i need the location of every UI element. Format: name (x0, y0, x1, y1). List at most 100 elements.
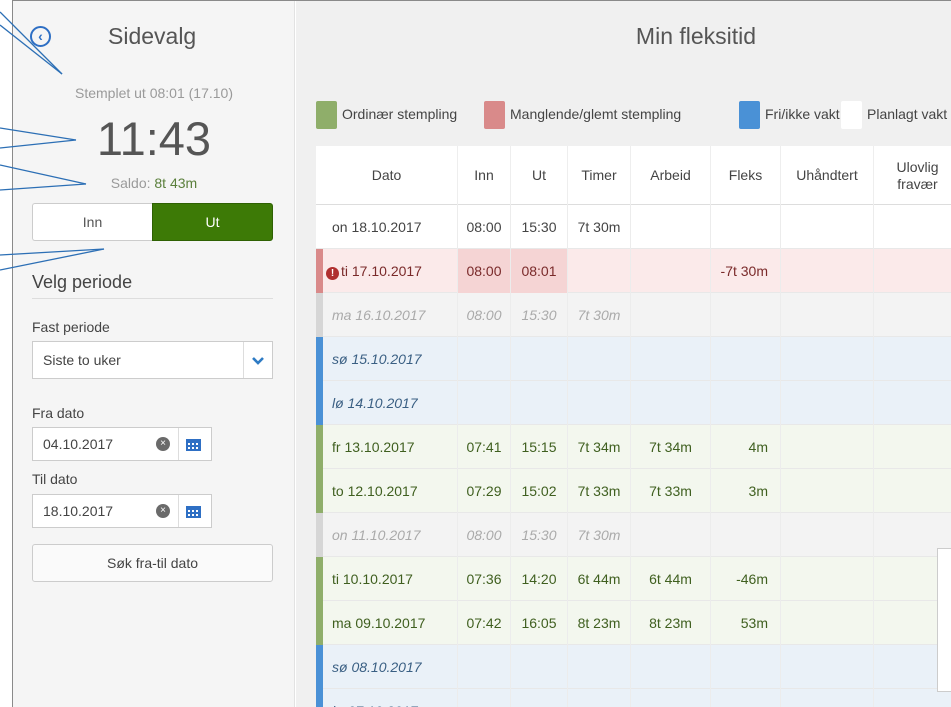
cell-timer: 7t 34m (568, 425, 631, 469)
scrollbar[interactable] (937, 548, 951, 692)
cell-text: 07:42 (466, 615, 502, 631)
stamp-in-button[interactable]: Inn (32, 203, 152, 241)
cell-text: 6t 44m (577, 571, 621, 587)
back-arrow-icon[interactable]: ‹ (30, 26, 51, 47)
clear-icon[interactable]: × (156, 437, 170, 451)
cell-uhandtert (781, 249, 874, 293)
to-date-field[interactable]: 18.10.2017 × (32, 494, 212, 528)
cell-text: 6t 44m (649, 571, 692, 587)
cell-text: sø 15.10.2017 (332, 351, 422, 367)
cell-text: to 12.10.2017 (332, 483, 418, 499)
cell-text: 16:05 (521, 615, 557, 631)
cell-ut: 15:02 (511, 469, 568, 513)
table-row[interactable]: lø 07.10.2017 (316, 689, 951, 707)
fixed-period-select[interactable]: Siste to uker (32, 341, 273, 379)
cell-text: 7t 33m (577, 483, 621, 499)
cell-timer (568, 645, 631, 689)
cell-date: sø 08.10.2017 (316, 645, 458, 689)
cell-text: 08:00 (466, 219, 502, 235)
cell-text: -46m (736, 571, 768, 587)
legend-swatch (316, 101, 337, 129)
table-row[interactable]: lø 14.10.2017 (316, 381, 951, 425)
cell-date: to 12.10.2017 (316, 469, 458, 513)
cell-inn: 08:00 (458, 513, 511, 557)
calendar-icon[interactable] (186, 504, 201, 518)
stamp-out-button[interactable]: Ut (152, 203, 273, 241)
column-header-ulovlig-fravaer[interactable]: Ulovlig fravær (874, 146, 951, 205)
column-header-fleks[interactable]: Fleks (711, 146, 781, 205)
column-header-ut[interactable]: Ut (511, 146, 568, 205)
cell-ut: 15:30 (511, 293, 568, 337)
cell-uhandtert (781, 337, 874, 381)
cell-ulovlig (874, 249, 951, 293)
cell-text: 15:30 (521, 527, 557, 543)
cell-ut: 08:01 (511, 249, 568, 293)
cell-fleks (711, 205, 781, 249)
legend-label: Ordinær stempling (342, 106, 458, 122)
cell-inn (458, 337, 511, 381)
column-header-inn[interactable]: Inn (458, 146, 511, 205)
cell-text: ti 10.10.2017 (332, 571, 413, 587)
cell-ulovlig (874, 205, 951, 249)
column-header-timer[interactable]: Timer (568, 146, 631, 205)
main-content: Min fleksitid Ordinær stempling Manglend… (296, 1, 951, 707)
cell-ulovlig (874, 293, 951, 337)
calendar-icon[interactable] (186, 437, 201, 451)
cell-ut: 15:30 (511, 205, 568, 249)
cell-inn: 07:42 (458, 601, 511, 645)
from-date-field[interactable]: 04.10.2017 × (32, 427, 212, 461)
sidebar-title: Sidevalg (108, 23, 197, 49)
column-header-dato[interactable]: Dato (316, 146, 458, 205)
stamp-status: Stemplet ut 08:01 (17.10) (75, 85, 233, 101)
table-row[interactable]: fr 13.10.2017 07:41 15:15 7t 34m 7t 34m 4m (316, 425, 951, 469)
table-row[interactable]: ti 10.10.2017 07:36 14:20 6t 44m 6t 44m -46m (316, 557, 951, 601)
cell-arbeid: 8t 23m (631, 601, 711, 645)
search-date-range-button[interactable]: Søk fra-til dato (32, 544, 273, 582)
cell-uhandtert (781, 469, 874, 513)
divider (178, 428, 179, 460)
period-heading: Velg periode (32, 272, 133, 292)
table-row[interactable]: on 11.10.2017 08:00 15:30 7t 30m (316, 513, 951, 557)
cell-text: ma 09.10.2017 (332, 615, 426, 631)
cell-arbeid: 7t 34m (631, 425, 711, 469)
cell-date: ma 09.10.2017 (316, 601, 458, 645)
cell-arbeid: 7t 33m (631, 469, 711, 513)
cell-timer (568, 381, 631, 425)
column-header-arbeid[interactable]: Arbeid (631, 146, 711, 205)
cell-fleks: -46m (711, 557, 781, 601)
cell-date: lø 07.10.2017 (316, 689, 458, 707)
cell-date: ma 16.10.2017 (316, 293, 458, 337)
cell-text: 15:02 (521, 483, 557, 499)
cell-inn: 08:00 (458, 293, 511, 337)
cell-text: 08:00 (466, 263, 502, 279)
table-row[interactable]: ma 09.10.2017 07:42 16:05 8t 23m 8t 23m 53m (316, 601, 951, 645)
divider (243, 342, 244, 378)
cell-timer: 6t 44m (568, 557, 631, 601)
app-frame: ‹ Sidevalg Stemplet ut 08:01 (17.10) 11:… (12, 0, 951, 707)
to-date-label: Til dato (32, 471, 78, 487)
cell-text: ti 17.10.2017 (341, 263, 422, 279)
cell-text: 7t 34m (649, 439, 692, 455)
table-row[interactable]: sø 08.10.2017 (316, 645, 951, 689)
cell-text: lø 14.10.2017 (332, 395, 418, 411)
table-header: Dato Inn Ut Timer Arbeid Fleks Uhåndtert… (316, 146, 951, 205)
table-row[interactable]: to 12.10.2017 07:29 15:02 7t 33m 7t 33m 3m (316, 469, 951, 513)
cell-date: fr 13.10.2017 (316, 425, 458, 469)
table-row[interactable]: on 18.10.2017 08:00 15:30 7t 30m (316, 205, 951, 249)
table-row[interactable]: ! ti 17.10.2017 08:00 08:01 -7t 30m (316, 249, 951, 293)
cell-uhandtert (781, 293, 874, 337)
warning-icon: ! (326, 267, 339, 280)
cell-uhandtert (781, 689, 874, 707)
cell-ut: 15:30 (511, 513, 568, 557)
table-row[interactable]: ma 16.10.2017 08:00 15:30 7t 30m (316, 293, 951, 337)
cell-timer: 7t 30m (568, 205, 631, 249)
cell-inn: 08:00 (458, 249, 511, 293)
cell-text: 4m (748, 439, 768, 455)
from-date-value: 04.10.2017 (43, 436, 114, 452)
table-row[interactable]: sø 15.10.2017 (316, 337, 951, 381)
clear-icon[interactable]: × (156, 504, 170, 518)
fixed-period-value: Siste to uker (43, 352, 121, 368)
column-header-uhandtert[interactable]: Uhåndtert (781, 146, 874, 205)
saldo-label: Saldo: (110, 175, 151, 191)
cell-text: 3m (748, 483, 768, 499)
